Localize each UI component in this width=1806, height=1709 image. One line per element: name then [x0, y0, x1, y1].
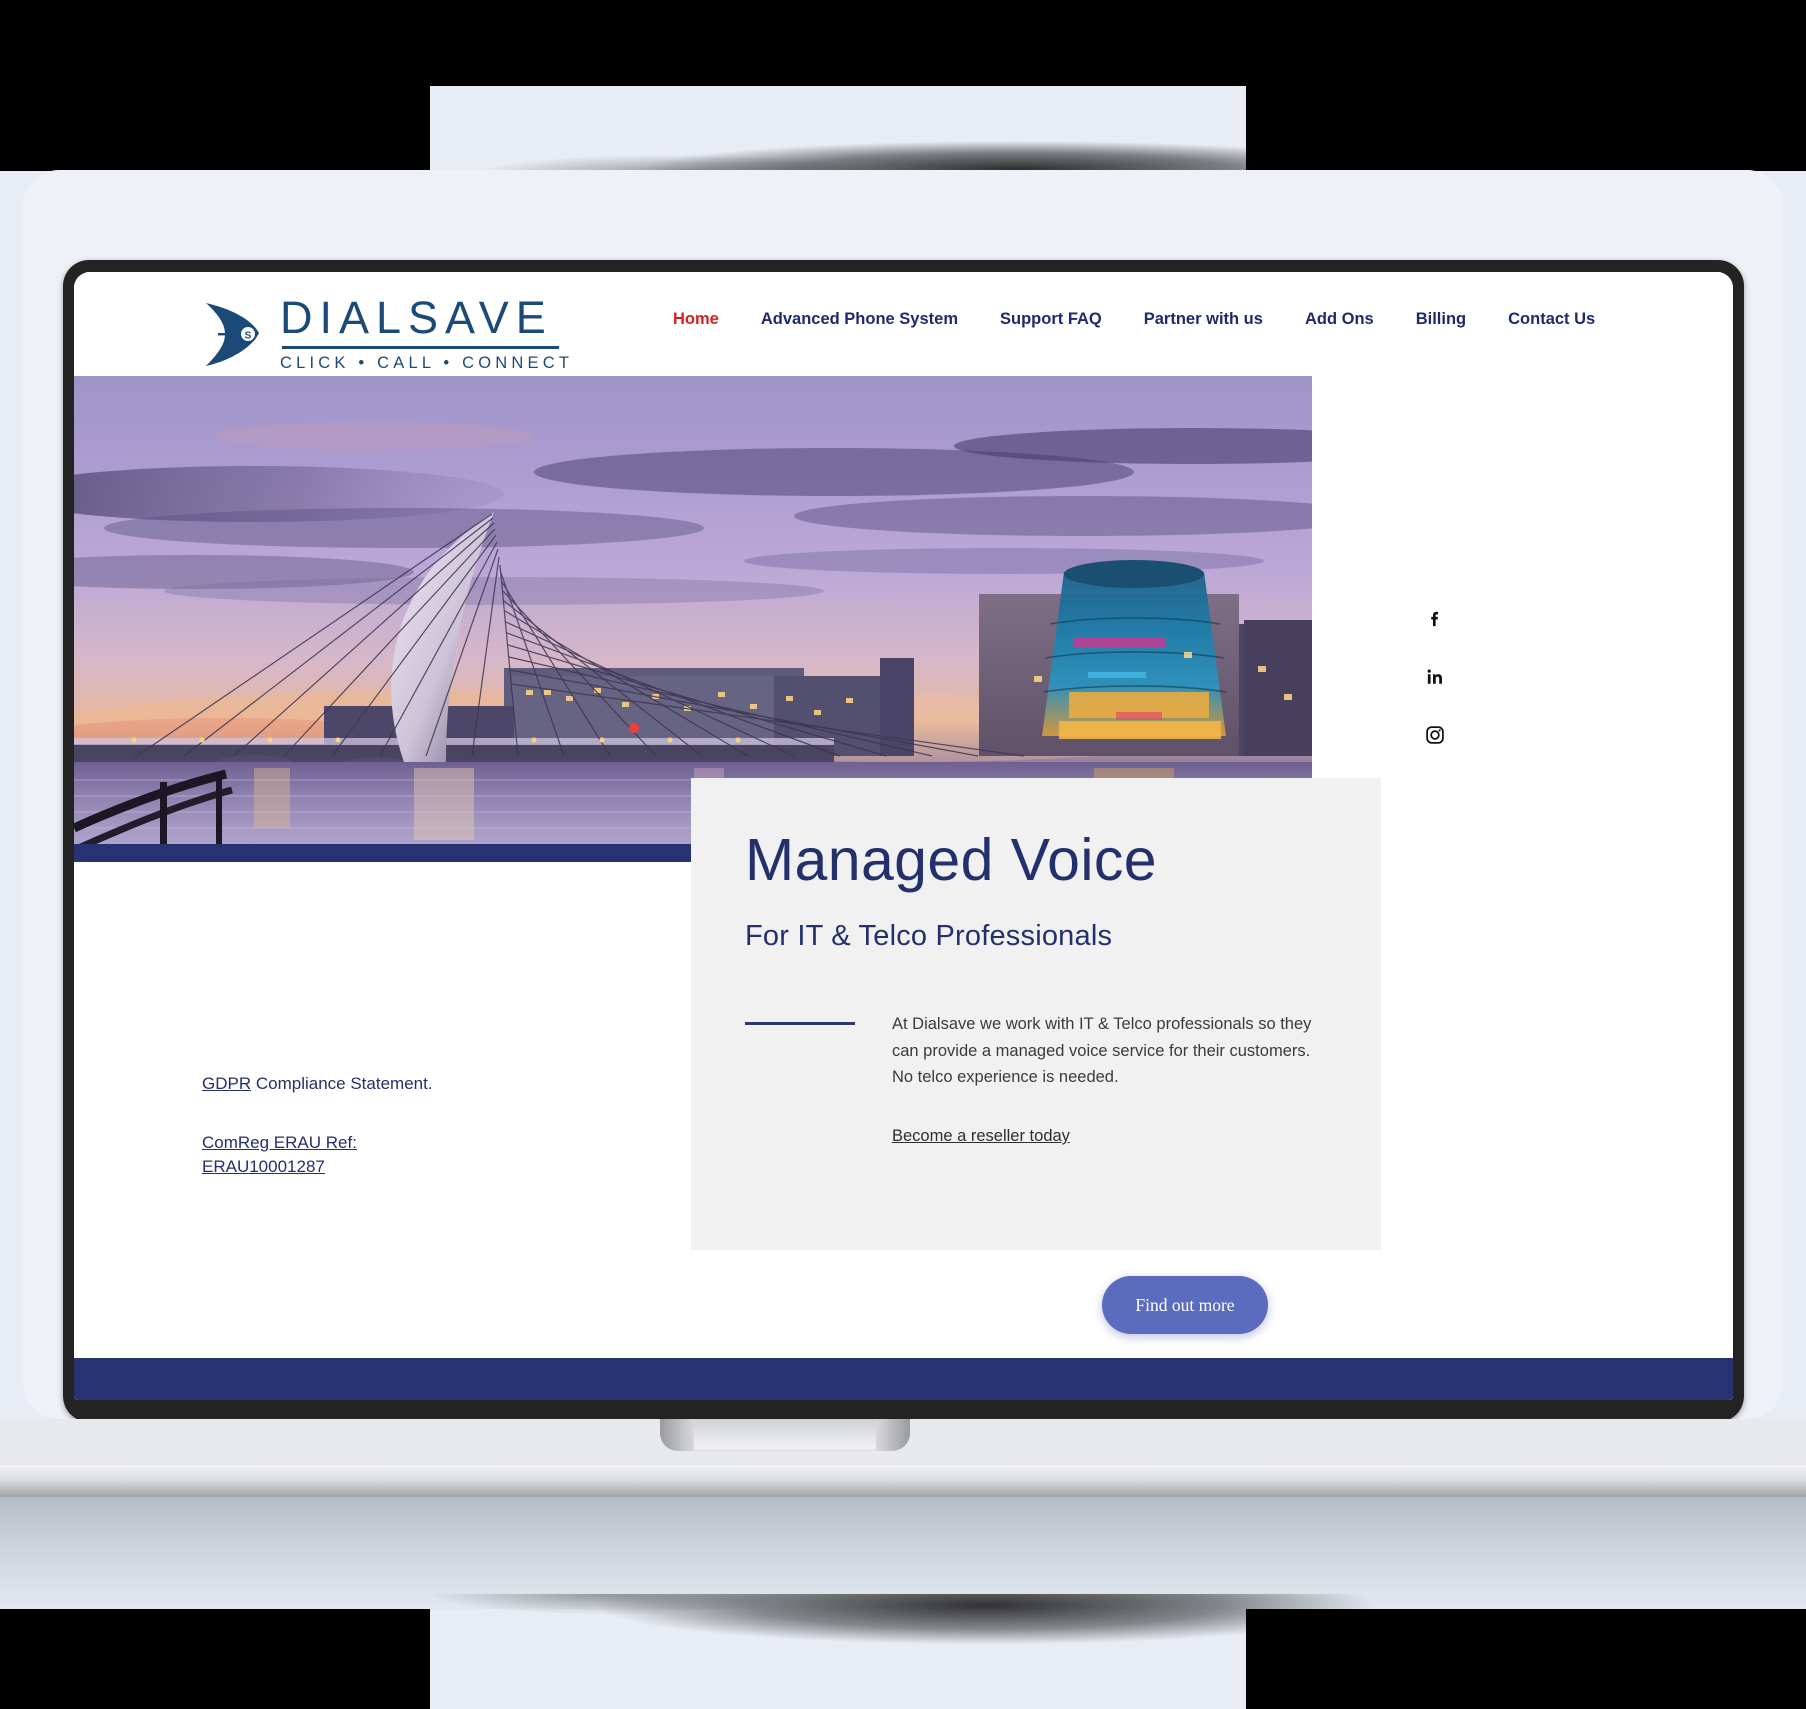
card-text-block: At Dialsave we work with IT & Telco prof…	[892, 1011, 1327, 1146]
compliance-links: GDPR Compliance Statement. ComReg ERAU R…	[202, 1072, 532, 1180]
nav-item-support-faq[interactable]: Support FAQ	[979, 310, 1123, 329]
gdpr-link[interactable]: GDPR	[202, 1074, 251, 1093]
primary-navigation[interactable]: Home Advanced Phone System Support FAQ P…	[652, 310, 1616, 329]
logo-wordmark: DIALSAVE CLICK • CALL • CONNECT	[280, 294, 573, 373]
page-title: Managed Voice	[745, 827, 1157, 893]
nav-item-billing[interactable]: Billing	[1395, 310, 1487, 329]
dialsave-logo-mark-icon: S	[202, 300, 264, 368]
logo-tagline: CLICK • CALL • CONNECT	[280, 354, 574, 373]
site-header: S DIALSAVE CLICK • CALL • CONNECT Home A…	[74, 272, 1733, 376]
instagram-icon[interactable]	[1420, 720, 1450, 750]
comreg-link-line2[interactable]: ERAU10001287	[202, 1157, 325, 1176]
website-viewport: S DIALSAVE CLICK • CALL • CONNECT Home A…	[74, 272, 1733, 1400]
backdrop-mask-top-left	[0, 86, 430, 171]
laptop-base-notch	[660, 1419, 910, 1451]
become-a-reseller-link[interactable]: Become a reseller today	[892, 1127, 1070, 1146]
laptop-base-body	[0, 1497, 1806, 1609]
logo-main-text: DIALSAVE	[280, 292, 553, 343]
card-body: At Dialsave we work with IT & Telco prof…	[745, 1011, 1327, 1146]
backdrop-mask-bottom-right	[1246, 1609, 1806, 1709]
comreg-link-line1[interactable]: ComReg ERAU Ref:	[202, 1133, 357, 1152]
laptop-base-lip	[0, 1465, 1806, 1497]
card-accent-rule	[745, 1021, 855, 1025]
screenshot-stage: S DIALSAVE CLICK • CALL • CONNECT Home A…	[0, 0, 1806, 1709]
comreg-line: ComReg ERAU Ref: ERAU10001287	[202, 1131, 532, 1180]
laptop-screen: S DIALSAVE CLICK • CALL • CONNECT Home A…	[74, 272, 1733, 1400]
logo-divider	[282, 346, 559, 350]
social-links-rail[interactable]	[1420, 604, 1450, 750]
backdrop-mask-bottom-left	[0, 1609, 430, 1709]
hero-overlay-card: Managed Voice For IT & Telco Professiona…	[691, 778, 1381, 1250]
gdpr-rest-text: Compliance Statement.	[251, 1074, 433, 1093]
nav-item-advanced-phone-system[interactable]: Advanced Phone System	[740, 310, 979, 329]
gdpr-line: GDPR Compliance Statement.	[202, 1072, 532, 1097]
card-paragraph: At Dialsave we work with IT & Telco prof…	[892, 1014, 1312, 1087]
backdrop-mask-top-right	[1246, 86, 1806, 171]
nav-item-home[interactable]: Home	[652, 310, 740, 329]
nav-item-add-ons[interactable]: Add Ons	[1284, 310, 1395, 329]
footer-navy-bar	[74, 1358, 1733, 1400]
nav-item-partner-with-us[interactable]: Partner with us	[1123, 310, 1284, 329]
facebook-icon[interactable]	[1420, 604, 1450, 634]
find-out-more-button[interactable]: Find out more	[1102, 1276, 1268, 1334]
nav-item-contact-us[interactable]: Contact Us	[1487, 310, 1616, 329]
site-logo[interactable]: S DIALSAVE CLICK • CALL • CONNECT	[202, 294, 573, 373]
page-subtitle: For IT & Telco Professionals	[745, 919, 1113, 952]
logo-mark-letter: S	[245, 330, 252, 341]
links-spacer	[202, 1097, 532, 1131]
linkedin-icon[interactable]	[1420, 662, 1450, 692]
